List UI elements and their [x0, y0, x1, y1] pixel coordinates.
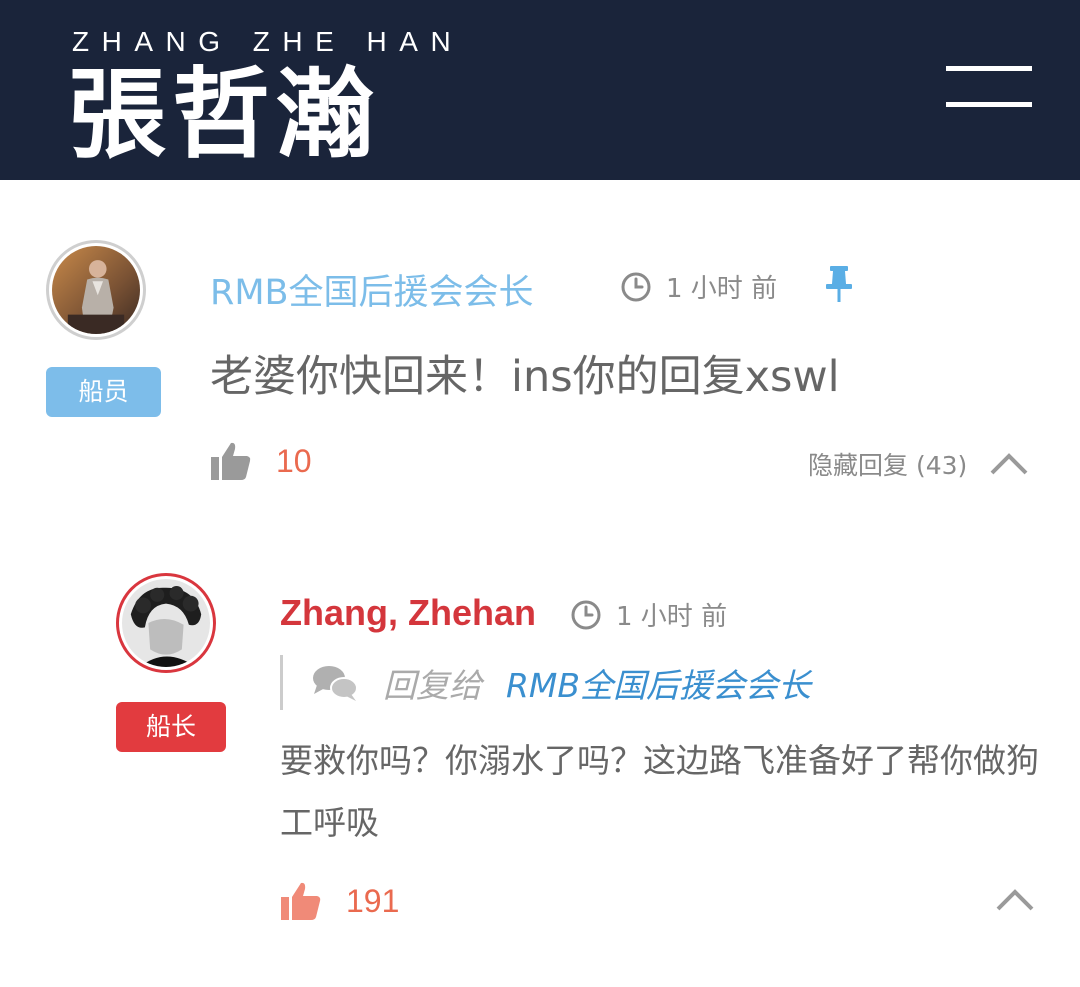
hide-replies-label: 隐藏回复 (43) [808, 451, 968, 480]
hamburger-menu-icon[interactable] [946, 66, 1032, 110]
reply-target-link[interactable]: RMB全国后援会会长 [506, 659, 811, 707]
comment-time: 1 小时 前 [620, 268, 777, 305]
time-text: 1 小时 前 [616, 602, 728, 632]
pin-icon [826, 266, 852, 302]
comment-text: 要救你吗？你溺水了吗？这边路飞准备好了帮你做狗工呼吸 [280, 741, 1039, 842]
time-text: 1 小时 前 [666, 274, 778, 304]
avatar[interactable] [116, 573, 216, 673]
chevron-up-icon[interactable] [995, 888, 1035, 912]
chevron-up-icon [990, 453, 1028, 475]
hide-replies-toggle[interactable]: 隐藏回复 (43) [808, 446, 1029, 482]
comment-text: 老婆你快回来！ins你的回复xswl [210, 352, 840, 402]
like-button[interactable]: 191 [280, 880, 399, 922]
logo-chinese[interactable]: 張哲瀚 [68, 60, 380, 170]
chat-bubbles-icon [313, 665, 358, 701]
like-count: 191 [346, 882, 400, 919]
comment-time: 1 小时 前 [570, 596, 727, 633]
clock-icon [571, 600, 601, 629]
site-header: ZHANG ZHE HAN 張哲瀚 [0, 0, 1080, 180]
like-count: 10 [276, 442, 312, 479]
clock-icon [621, 272, 651, 301]
user-photo-icon [122, 579, 210, 667]
reply-reference: 回复给 RMB全国后援会会长 [280, 655, 811, 710]
thumbs-up-icon [281, 882, 321, 920]
avatar[interactable] [46, 240, 146, 340]
comment-author[interactable]: Zhang, Zhehan [280, 592, 536, 634]
thumbs-up-icon [211, 442, 251, 480]
comment-author[interactable]: RMB全国后援会会长 [210, 264, 534, 315]
logo-english: ZHANG ZHE HAN [72, 26, 464, 57]
role-badge: 船长 [116, 702, 226, 752]
reply-label: 回复给 [383, 665, 482, 705]
like-button[interactable]: 10 [210, 440, 312, 482]
user-photo-icon [52, 246, 140, 334]
role-badge: 船员 [46, 367, 161, 417]
